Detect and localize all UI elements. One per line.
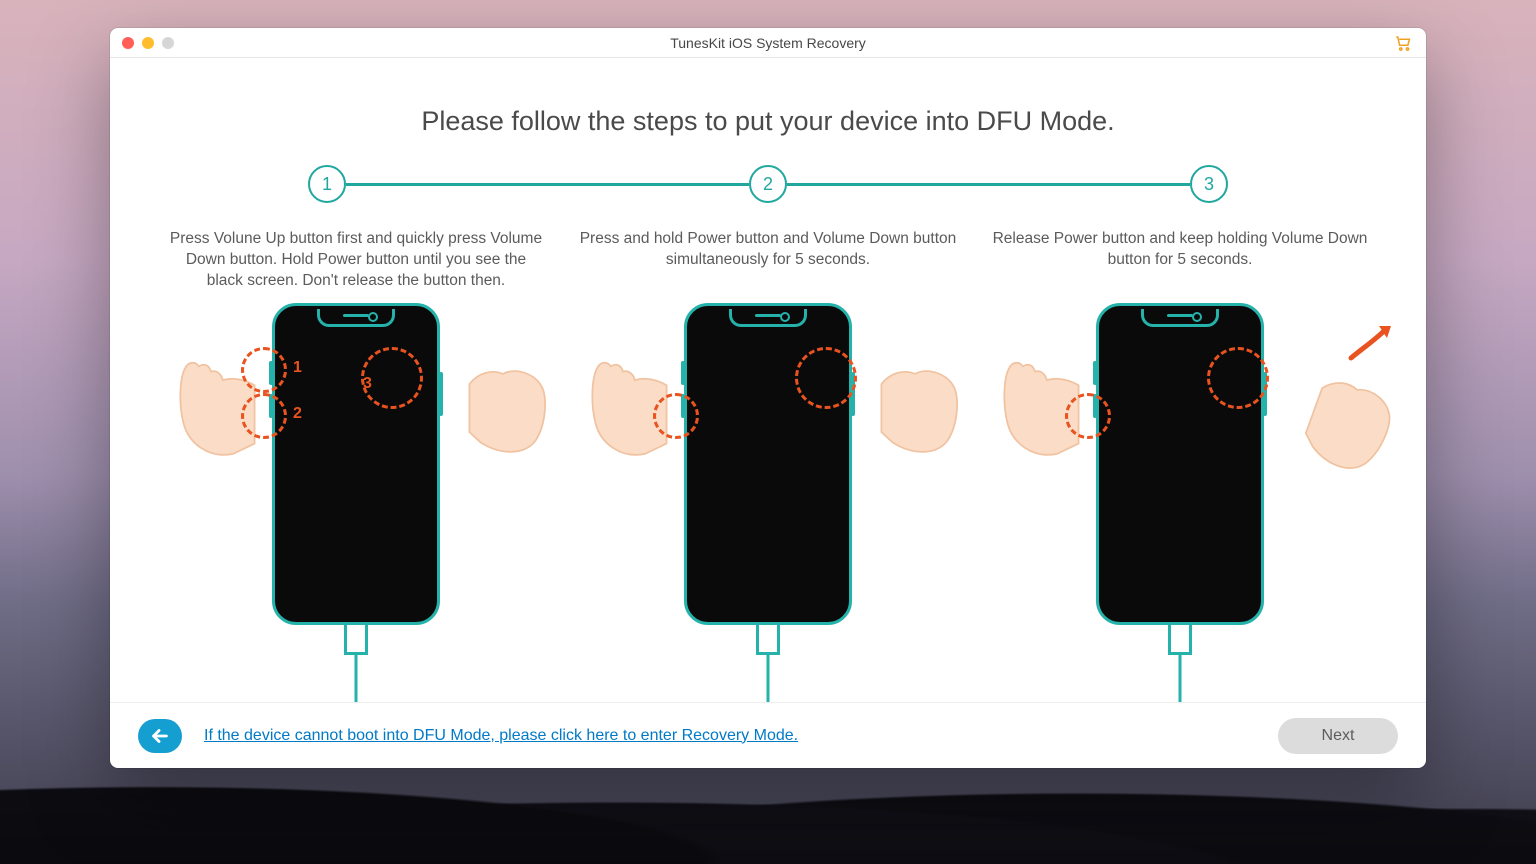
window-title: TunesKit iOS System Recovery [670,35,866,51]
marker-num-1: 1 [293,359,302,377]
volume-up-button-icon [1093,361,1097,385]
hand-right-icon [465,343,551,463]
marker-circle [241,347,287,393]
content: Please follow the steps to put your devi… [110,58,1426,702]
stepper: 1 2 3 [308,165,1228,203]
footer: If the device cannot boot into DFU Mode,… [110,702,1426,768]
release-arrow-icon [1345,318,1395,368]
cable-plug-icon [1168,625,1192,655]
illustration-2 [613,303,923,702]
cable-plug-icon [344,625,368,655]
illustration-3 [1025,303,1335,702]
step-col-2: Press and hold Power button and Volume D… [572,229,964,702]
phone-notch [317,309,395,327]
marker-circle [1207,347,1269,409]
phone-icon [272,303,440,625]
illustration-1: 1 2 3 [201,303,511,702]
marker-circle [241,393,287,439]
step-indicator-1: 1 [308,165,346,203]
step-line [787,183,1190,186]
step-col-1: Press Volune Up button first and quickly… [160,229,552,702]
cable-icon [355,653,358,702]
step-desc-3: Release Power button and keep holding Vo… [984,229,1376,303]
cart-icon[interactable] [1394,34,1412,52]
hand-right-icon [877,343,963,463]
hand-right-icon [1291,348,1413,490]
close-icon[interactable] [122,37,134,49]
page-heading: Please follow the steps to put your devi… [160,106,1376,137]
marker-circle [795,347,857,409]
cable-plug-icon [756,625,780,655]
step-desc-1: Press Volune Up button first and quickly… [160,229,552,303]
marker-circle [1065,393,1111,439]
step-desc-2: Press and hold Power button and Volume D… [572,229,964,303]
power-button-icon [439,372,443,416]
window-controls [122,37,174,49]
step-line [346,183,749,186]
steps-row: Press Volune Up button first and quickly… [160,229,1376,702]
cable-icon [1179,653,1182,702]
step-col-3: Release Power button and keep holding Vo… [984,229,1376,702]
step-indicator-2: 2 [749,165,787,203]
cable-icon [767,653,770,702]
minimize-icon[interactable] [142,37,154,49]
marker-num-3: 3 [363,375,372,393]
app-window: TunesKit iOS System Recovery Please foll… [110,28,1426,768]
phone-notch [729,309,807,327]
back-button[interactable] [138,719,182,753]
maximize-icon [162,37,174,49]
marker-num-2: 2 [293,405,302,423]
recovery-mode-link[interactable]: If the device cannot boot into DFU Mode,… [204,727,798,745]
titlebar: TunesKit iOS System Recovery [110,28,1426,58]
next-button[interactable]: Next [1278,718,1398,754]
volume-up-button-icon [681,361,685,385]
phone-notch [1141,309,1219,327]
step-indicator-3: 3 [1190,165,1228,203]
marker-circle [653,393,699,439]
